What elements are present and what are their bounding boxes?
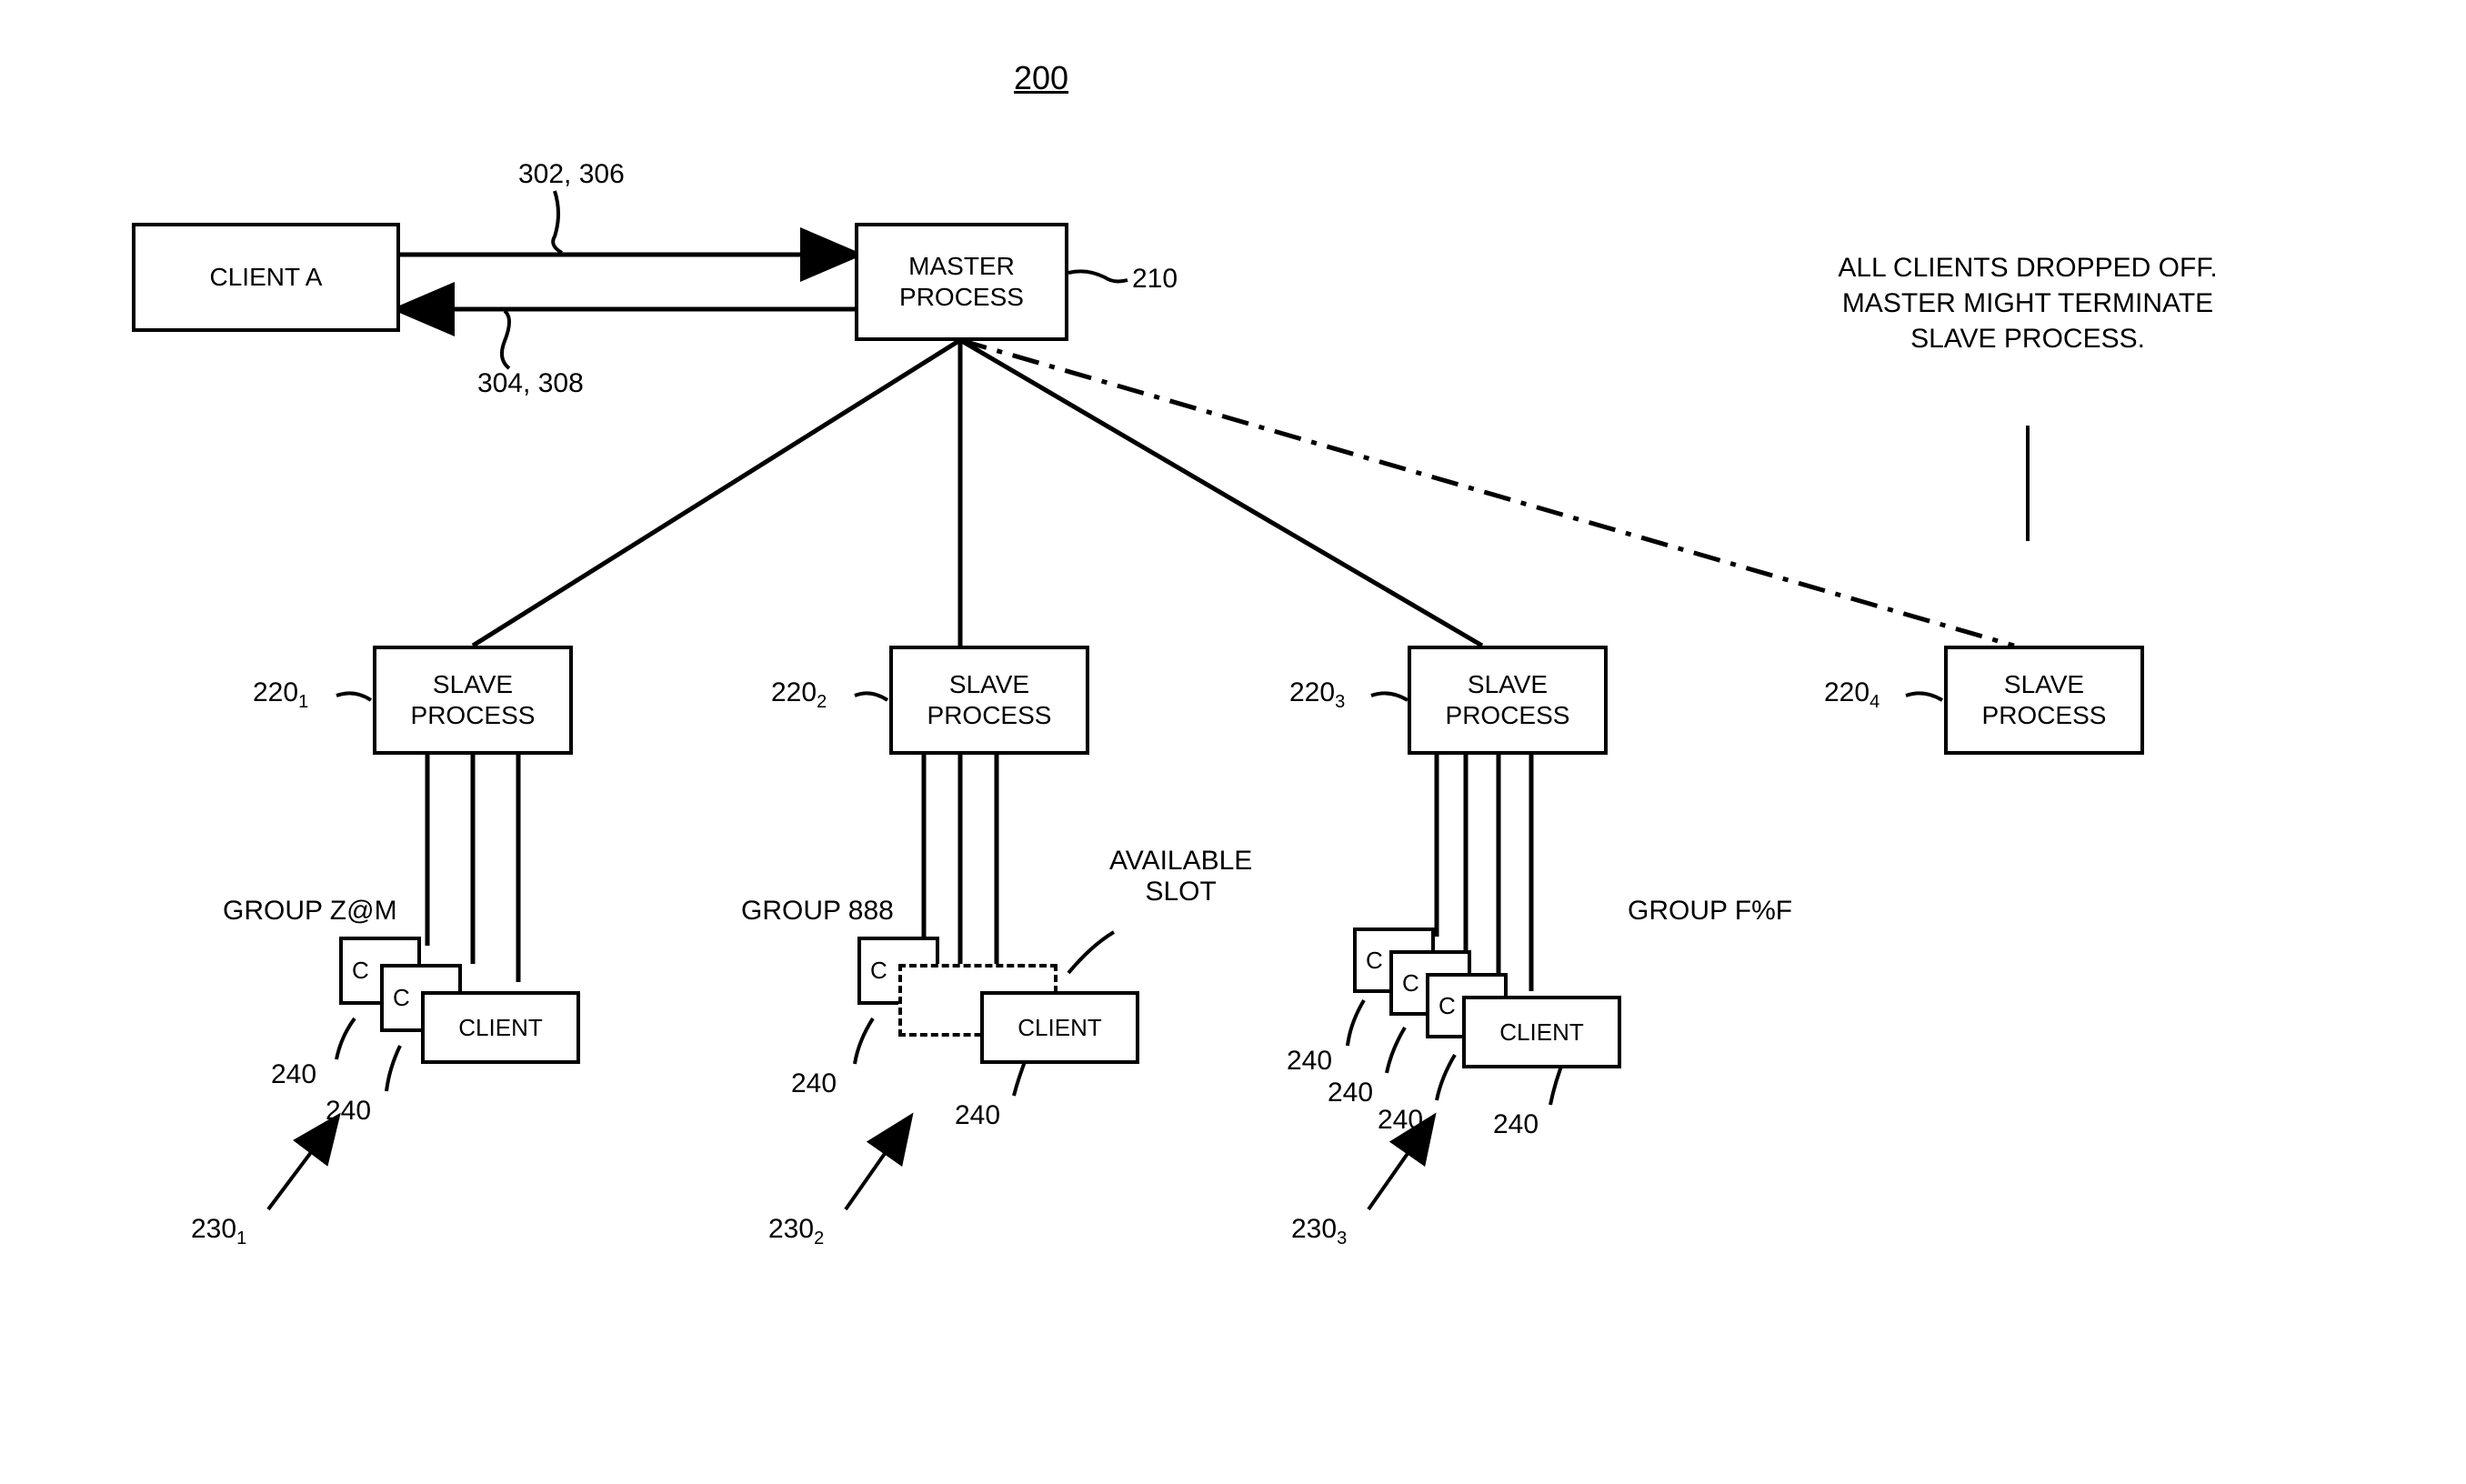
client-ref-240: 240 [1287,1046,1332,1077]
slave-process-2: SLAVE PROCESS [889,646,1089,755]
available-slot-label: AVAILABLE SLOT [1109,846,1252,907]
client-ref-240: 240 [1493,1109,1539,1140]
client-ref-240: 240 [326,1096,371,1127]
slave-1-label: SLAVE PROCESS [411,669,536,730]
slave-process-4: SLAVE PROCESS [1944,646,2144,755]
slave-2-label: SLAVE PROCESS [927,669,1052,730]
client-ref-240: 240 [1328,1078,1373,1108]
arrow-bottom-label: 304, 308 [477,368,584,399]
group-2-ref: 2302 [768,1214,824,1249]
client-ref-240: 240 [1378,1105,1423,1136]
slave-2-ref: 2202 [771,677,827,713]
group-3-name: GROUP F%F [1628,896,1792,927]
figure-number: 200 [1014,59,1068,97]
client-ref-240: 240 [271,1059,316,1090]
client-card-full: CLIENT [421,991,580,1064]
client-card-full: CLIENT [980,991,1139,1064]
master-process-box: MASTER PROCESS [855,223,1068,341]
group-1-name: GROUP Z@M [223,896,397,927]
master-process-label: MASTER PROCESS [899,251,1024,312]
master-ref: 210 [1132,264,1178,295]
arrow-top-label: 302, 306 [518,159,625,190]
termination-note: ALL CLIENTS DROPPED OFF. MASTER MIGHT TE… [1814,250,2241,356]
client-a-label: CLIENT A [210,262,323,293]
client-card-full: CLIENT [1462,996,1621,1068]
client-ref-240: 240 [955,1100,1000,1131]
group-1-ref: 2301 [191,1214,246,1249]
slave-3-ref: 2203 [1289,677,1345,713]
slave-1-ref: 2201 [253,677,308,713]
client-ref-240: 240 [791,1068,837,1099]
slave-process-3: SLAVE PROCESS [1408,646,1608,755]
group-2-name: GROUP 888 [741,896,894,927]
client-a-box: CLIENT A [132,223,400,332]
group-3-ref: 2303 [1291,1214,1347,1249]
slave-process-1: SLAVE PROCESS [373,646,573,755]
slave-4-ref: 2204 [1824,677,1880,713]
slave-3-label: SLAVE PROCESS [1446,669,1570,730]
slave-4-label: SLAVE PROCESS [1982,669,2107,730]
